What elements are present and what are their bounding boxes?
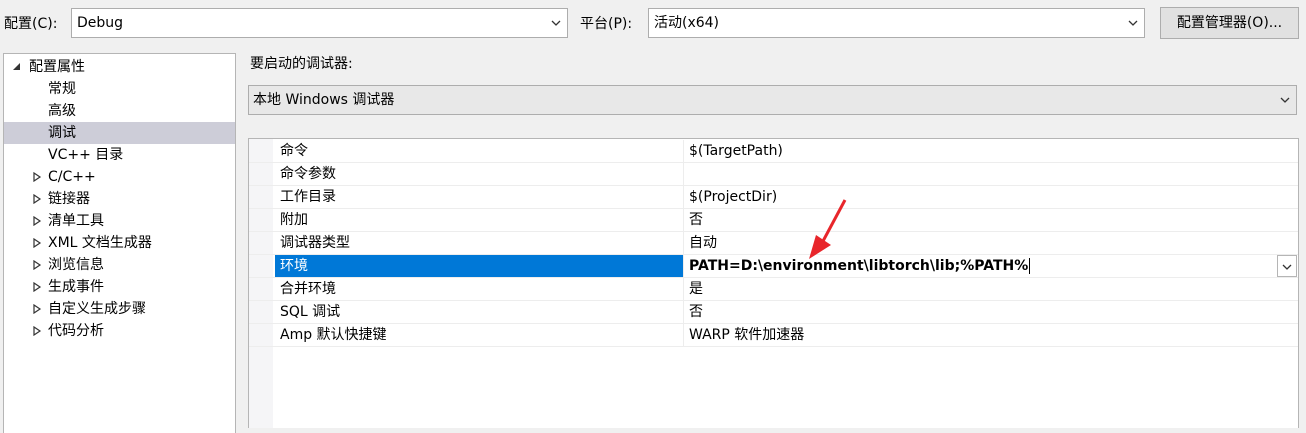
- property-row[interactable]: 命令 $(TargetPath): [249, 140, 1298, 163]
- tree-item-label: 高级: [48, 103, 76, 119]
- property-row[interactable]: 命令参数: [249, 163, 1298, 186]
- tree-item-label: 常规: [48, 81, 76, 97]
- collapsed-triangle-icon[interactable]: [32, 282, 42, 292]
- tree-item-label: 浏览信息: [48, 257, 104, 273]
- tree-item-label: XML 文档生成器: [48, 235, 152, 251]
- property-value[interactable]: 否: [683, 209, 1298, 231]
- property-name: 附加: [280, 212, 308, 228]
- collapsed-triangle-icon[interactable]: [32, 172, 42, 182]
- debugger-select[interactable]: 本地 Windows 调试器: [248, 85, 1297, 115]
- tree-item[interactable]: 生成事件: [4, 276, 235, 298]
- property-value[interactable]: $(TargetPath): [683, 140, 1298, 162]
- tree-item-label: C/C++: [48, 169, 96, 185]
- config-toolbar: 配置(C): Debug 平台(P): 活动(x64) 配置管理器(O)...: [0, 0, 1306, 46]
- property-name: 合并环境: [280, 281, 336, 297]
- tree-item-label: 清单工具: [48, 213, 104, 229]
- property-value-text: PATH=D:\environment\libtorch\lib;%PATH%: [689, 258, 1029, 274]
- platform-select-value: 活动(x64): [654, 15, 720, 31]
- tree-item[interactable]: 浏览信息: [4, 254, 235, 276]
- tree-item[interactable]: C/C++: [4, 166, 235, 188]
- collapsed-triangle-icon[interactable]: [32, 326, 42, 336]
- tree-item-label: 链接器: [48, 191, 90, 207]
- collapsed-triangle-icon[interactable]: [32, 238, 42, 248]
- property-row[interactable]: 合并环境 是: [249, 278, 1298, 301]
- tree-item[interactable]: XML 文档生成器: [4, 232, 235, 254]
- property-tree: 配置属性 常规高级调试 VC++ 目录 C/C++ 链接器清单工具 XML 文档生成器浏…: [3, 53, 236, 433]
- chevron-down-icon: [1282, 264, 1292, 270]
- property-name: SQL 调试: [280, 304, 341, 320]
- collapsed-triangle-icon[interactable]: [32, 194, 42, 204]
- property-value-text: $(ProjectDir): [689, 189, 778, 205]
- property-value-text: $(TargetPath): [689, 143, 783, 159]
- property-value[interactable]: [683, 163, 1298, 185]
- chevron-down-icon: [1280, 97, 1290, 103]
- tree-item-label: VC++ 目录: [48, 147, 124, 163]
- property-row[interactable]: SQL 调试 否: [249, 301, 1298, 324]
- tree-item[interactable]: 自定义生成步骤: [4, 298, 235, 320]
- property-row[interactable]: 附加 否: [249, 209, 1298, 232]
- property-name: 命令参数: [280, 166, 336, 182]
- collapsed-triangle-icon[interactable]: [32, 216, 42, 226]
- tree-root-config-properties[interactable]: 配置属性: [4, 56, 235, 78]
- config-select[interactable]: Debug: [71, 8, 568, 38]
- tree-item-label: 调试: [48, 125, 76, 141]
- property-name: 调试器类型: [280, 235, 350, 251]
- tree-item[interactable]: 高级: [4, 100, 235, 122]
- property-name: Amp 默认快捷键: [280, 327, 387, 343]
- collapsed-triangle-icon[interactable]: [32, 260, 42, 270]
- property-value-text: 是: [689, 281, 703, 297]
- property-value-text: 否: [689, 212, 703, 228]
- collapsed-triangle-icon[interactable]: [32, 304, 42, 314]
- property-value-editor[interactable]: PATH=D:\environment\libtorch\lib;%PATH%: [683, 255, 1298, 277]
- property-row[interactable]: 工作目录 $(ProjectDir): [249, 186, 1298, 209]
- platform-label: 平台(P):: [580, 16, 633, 32]
- property-value-text: 否: [689, 304, 703, 320]
- tree-item[interactable]: 链接器: [4, 188, 235, 210]
- expanded-triangle-icon[interactable]: [12, 62, 22, 72]
- config-select-value: Debug: [77, 15, 124, 31]
- property-row[interactable]: 调试器类型 自动: [249, 232, 1298, 255]
- property-row[interactable]: 环境 PATH=D:\environment\libtorch\lib;%PATH…: [249, 255, 1298, 278]
- property-value-text: WARP 软件加速器: [689, 327, 805, 343]
- debugger-section-label: 要启动的调试器:: [250, 56, 353, 72]
- property-value[interactable]: 自动: [683, 232, 1298, 254]
- property-name: 环境: [275, 255, 683, 277]
- value-dropdown-button[interactable]: [1277, 255, 1297, 277]
- platform-select[interactable]: 活动(x64): [648, 8, 1145, 38]
- tree-item-label: 生成事件: [48, 279, 104, 295]
- chevron-down-icon: [551, 20, 561, 26]
- property-value-text: 自动: [689, 235, 717, 251]
- tree-item-label: 代码分析: [48, 323, 104, 339]
- property-row[interactable]: Amp 默认快捷键 WARP 软件加速器: [249, 324, 1298, 347]
- tree-root-label: 配置属性: [29, 59, 85, 75]
- tree-item[interactable]: 常规: [4, 78, 235, 100]
- tree-item[interactable]: 代码分析: [4, 320, 235, 342]
- property-name: 工作目录: [280, 189, 336, 205]
- tree-item[interactable]: 调试: [4, 122, 235, 144]
- debugger-select-value: 本地 Windows 调试器: [253, 92, 395, 108]
- property-value[interactable]: 否: [683, 301, 1298, 323]
- property-value[interactable]: $(ProjectDir): [683, 186, 1298, 208]
- text-caret: [1029, 258, 1031, 274]
- config-manager-button[interactable]: 配置管理器(O)...: [1160, 7, 1299, 39]
- property-grid: 命令 $(TargetPath) 命令参数 工作目录 $(ProjectDir) 附加否调…: [248, 138, 1299, 428]
- config-label: 配置(C):: [4, 16, 58, 32]
- property-value[interactable]: 是: [683, 278, 1298, 300]
- property-value[interactable]: WARP 软件加速器: [683, 324, 1298, 346]
- tree-item-label: 自定义生成步骤: [48, 301, 146, 317]
- chevron-down-icon: [1128, 20, 1138, 26]
- tree-item[interactable]: VC++ 目录: [4, 144, 235, 166]
- tree-item[interactable]: 清单工具: [4, 210, 235, 232]
- property-name: 命令: [280, 143, 308, 159]
